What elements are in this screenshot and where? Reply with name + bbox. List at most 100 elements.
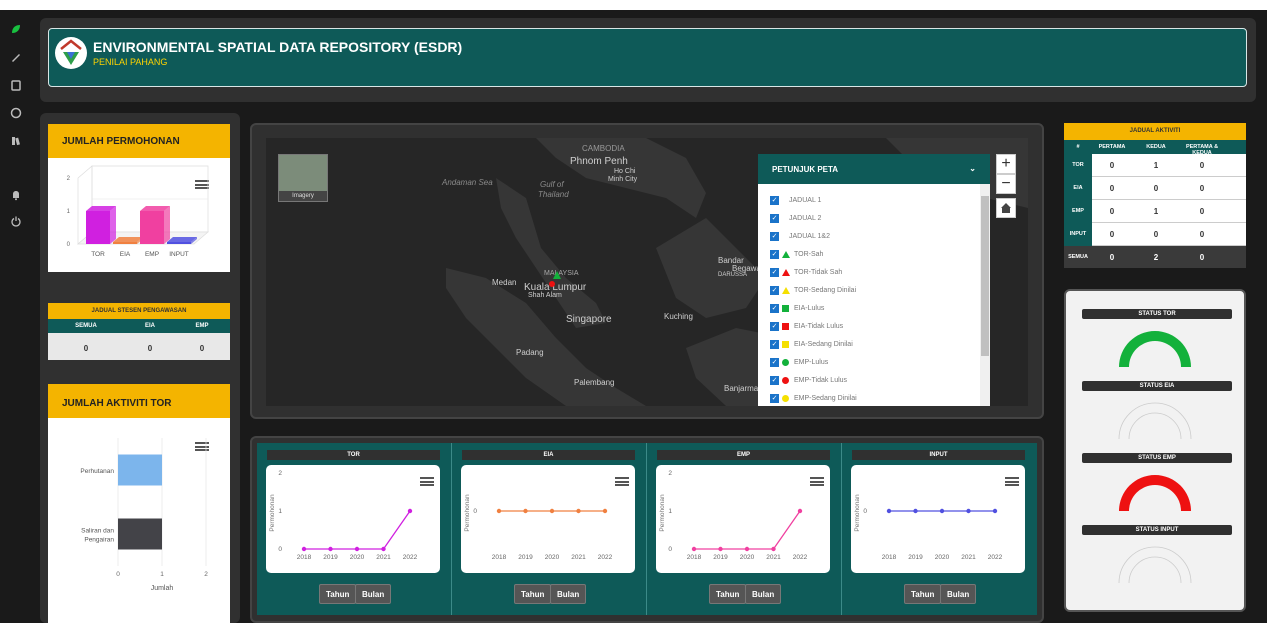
permohonan-bar-chart: 0 1 2 TOR EIA EMP INPUT	[67, 165, 209, 258]
bar-perhutanan[interactable]	[118, 454, 162, 486]
legend-scrollbar[interactable]	[980, 184, 990, 406]
bulan-button[interactable]: Bulan	[550, 584, 587, 604]
bar-emp[interactable]	[140, 206, 170, 244]
bulan-button[interactable]: Bulan	[745, 584, 782, 604]
leaf-icon[interactable]	[7, 22, 25, 40]
map-label-padang: Padang	[516, 348, 544, 357]
bar-saliran-dan-pengairan[interactable]	[118, 518, 162, 550]
stesen-val-emp: 0	[199, 344, 205, 353]
chevron-down-icon[interactable]: ⌄	[969, 164, 976, 173]
bulan-button[interactable]: Bulan	[355, 584, 392, 604]
data-point[interactable]	[771, 546, 776, 552]
data-point[interactable]	[718, 546, 723, 552]
x-tick-label: 2022	[598, 554, 613, 561]
data-point[interactable]	[328, 546, 333, 552]
legend-item[interactable]: ✓ TOR-Sah	[770, 248, 823, 262]
column-separator	[451, 443, 452, 615]
power-icon[interactable]	[7, 214, 25, 232]
legend-checkbox[interactable]: ✓	[770, 393, 779, 403]
legend-checkbox[interactable]: ✓	[770, 303, 779, 313]
data-point[interactable]	[797, 508, 803, 514]
data-point[interactable]	[576, 508, 581, 514]
books-icon[interactable]	[7, 134, 25, 152]
data-point[interactable]	[301, 546, 307, 552]
zoom-in-button[interactable]: +	[996, 154, 1016, 174]
data-point[interactable]	[913, 508, 918, 514]
chart-title-input: INPUT	[852, 450, 1025, 460]
legend-checkbox[interactable]: ✓	[770, 375, 779, 385]
legend-checkbox[interactable]: ✓	[770, 195, 779, 205]
legend-item[interactable]: ✓ EIA-Lulus	[770, 302, 824, 316]
legend-checkbox[interactable]: ✓	[770, 231, 779, 241]
legend-label: EIA-Sedang Dinilai	[794, 341, 853, 348]
data-point[interactable]	[549, 508, 555, 514]
y-tick-label: 2	[67, 176, 71, 182]
chart-title-eia: EIA	[462, 450, 635, 460]
aktiviti-row: INPUT 0 0 0	[1064, 223, 1246, 246]
tahun-button[interactable]: Tahun	[514, 584, 552, 604]
legend-checkbox[interactable]: ✓	[770, 249, 779, 259]
tor-sah-marker[interactable]	[552, 270, 562, 280]
legend-checkbox[interactable]: ✓	[770, 213, 779, 223]
tahun-button[interactable]: Tahun	[904, 584, 942, 604]
legend-item[interactable]: ✓ EMP-Tidak Lulus	[770, 374, 847, 388]
data-point[interactable]	[992, 508, 998, 514]
tahun-button[interactable]: Tahun	[319, 584, 357, 604]
legend-header[interactable]: PETUNJUK PETA ⌄	[758, 154, 990, 184]
legend-item[interactable]: ✓ JADUAL 1&2	[770, 230, 830, 244]
pen-icon[interactable]	[7, 50, 25, 68]
legend-item[interactable]: ✓ EIA-Sedang Dinilai	[770, 338, 853, 352]
aktiviti-col-header: KEDUA	[1146, 144, 1166, 150]
line-chart-tor: Permohonan 0 1 2 2018 2019 2020 2021 2022	[266, 465, 440, 573]
map-view[interactable]: Imagery CAMBODIA Phnom Penh Ho Chi Minh …	[266, 138, 1028, 406]
data-point[interactable]	[691, 546, 697, 552]
aktiviti-cell: 0	[1199, 161, 1205, 170]
legend-list: ✓ JADUAL 1 ✓ JADUAL 2 ✓ JADUAL 1&2 ✓ TOR-Sah ✓ TO…	[758, 184, 978, 406]
legend-checkbox[interactable]: ✓	[770, 267, 779, 277]
data-point[interactable]	[966, 508, 971, 514]
aktiviti-cell: 0	[1199, 230, 1205, 239]
legend-item[interactable]: ✓ EMP-Lulus	[770, 356, 828, 370]
scrollbar-thumb[interactable]	[981, 196, 989, 356]
data-point[interactable]	[354, 546, 360, 552]
y-tick-label: 0	[473, 508, 477, 515]
globe-icon[interactable]	[7, 106, 25, 124]
aktiviti-row-label: SEMUA	[1064, 246, 1092, 268]
zoom-out-button[interactable]: −	[996, 174, 1016, 194]
legend-checkbox[interactable]: ✓	[770, 321, 779, 331]
x-tick-label: 2022	[988, 554, 1003, 561]
map-label-shah-alam: Shah Alam	[528, 292, 562, 299]
y-tick-label: Saliran dan	[81, 528, 114, 535]
legend-checkbox[interactable]: ✓	[770, 357, 779, 367]
home-button[interactable]	[996, 198, 1016, 218]
y-tick-label: 2	[278, 470, 282, 477]
legend-item[interactable]: ✓ JADUAL 2	[770, 212, 821, 226]
gauge-arc	[1119, 475, 1191, 511]
bell-icon[interactable]	[7, 188, 25, 206]
tahun-button[interactable]: Tahun	[709, 584, 747, 604]
legend-item[interactable]: ✓ TOR-Tidak Sah	[770, 266, 842, 280]
data-point[interactable]	[496, 508, 502, 514]
data-point[interactable]	[939, 508, 945, 514]
data-point[interactable]	[523, 508, 528, 514]
book-icon[interactable]	[7, 78, 25, 96]
legend-item[interactable]: ✓ EMP-Sedang Dinilai	[770, 392, 857, 406]
aktiviti-cell: 0	[1199, 207, 1205, 216]
basemap-toggle[interactable]: Imagery	[278, 154, 328, 202]
data-point[interactable]	[602, 508, 608, 514]
legend-item[interactable]: ✓ JADUAL 1	[770, 194, 821, 208]
data-point[interactable]	[381, 546, 386, 552]
bar-tor[interactable]	[86, 206, 116, 244]
legend-checkbox[interactable]: ✓	[770, 339, 779, 349]
emp-marker[interactable]	[548, 280, 556, 288]
jumlah-aktiviti-tor-card: JUMLAH AKTIVITI TOR 0 1 2 Perhutanan Saliran…	[48, 384, 230, 623]
data-point[interactable]	[744, 546, 750, 552]
legend-item[interactable]: ✓ TOR-Sedang Dinilai	[770, 284, 856, 298]
legend-checkbox[interactable]: ✓	[770, 285, 779, 295]
bulan-button[interactable]: Bulan	[940, 584, 977, 604]
aktiviti-cell: 2	[1153, 253, 1159, 262]
legend-item[interactable]: ✓ EIA-Tidak Lulus	[770, 320, 843, 334]
legend-label: JADUAL 1&2	[789, 233, 830, 240]
data-point[interactable]	[407, 508, 413, 514]
data-point[interactable]	[886, 508, 892, 514]
